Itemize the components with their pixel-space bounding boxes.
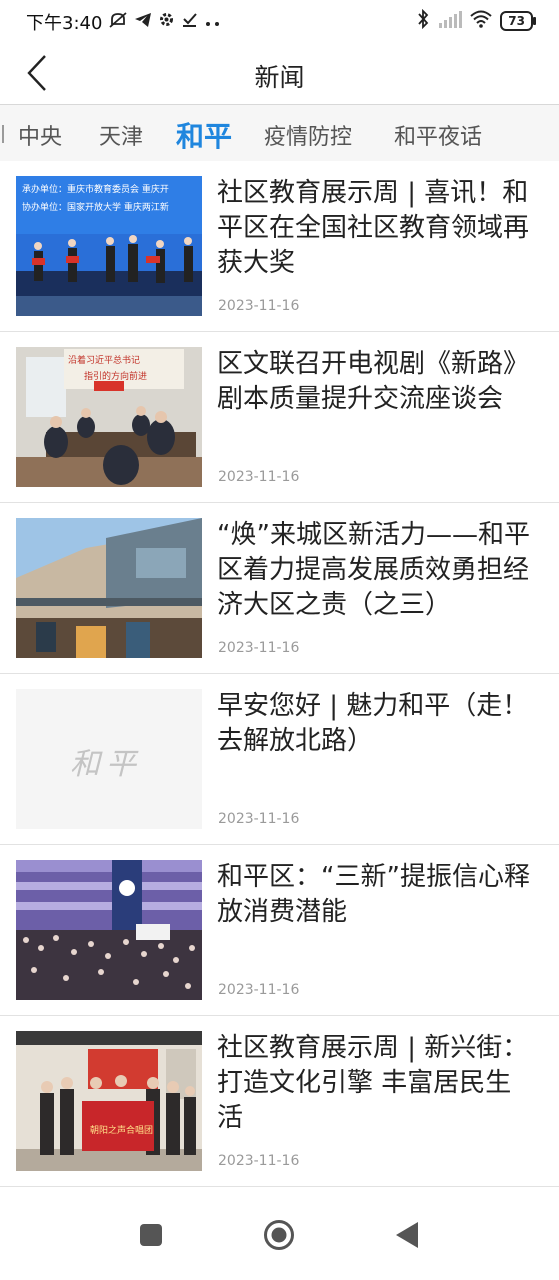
news-item[interactable]: 沿着习近平总书记 指引的方向前进 区文联召开电视剧《新路》剧本质量提升交流座谈会… bbox=[0, 332, 559, 503]
home-circle-icon bbox=[264, 1220, 294, 1250]
thumbnail-banner-text: 承办单位：重庆市教育委员会 重庆开 bbox=[22, 185, 169, 195]
wifi-icon bbox=[470, 10, 492, 32]
news-thumbnail-award-ceremony: 承办单位：重庆市教育委员会 重庆开 协办单位：国家开放大学 重庆两江新 bbox=[16, 176, 202, 316]
news-title: 和平区：“三新”提振信心释放消费潜能 bbox=[217, 862, 530, 927]
news-item[interactable]: 和平 早安您好 | 魅力和平（走！去解放北路） 2023-11-16 bbox=[0, 674, 559, 845]
tab-epidemic-control[interactable]: 疫情防控 bbox=[264, 119, 352, 151]
tab-scroll-divider bbox=[2, 125, 4, 143]
placeholder-logo-watermark: 和平 bbox=[70, 747, 142, 782]
signal-icon bbox=[438, 10, 463, 32]
system-navigation-bar bbox=[0, 1190, 559, 1280]
news-title: 社区教育展示周 | 喜讯！和平区在全国社区教育领域再获大奖 bbox=[217, 178, 530, 278]
news-item[interactable]: “焕”来城区新活力——和平区着力提高发展质效勇担经济大区之责（之三） 2023-… bbox=[0, 503, 559, 674]
home-button[interactable] bbox=[254, 1215, 304, 1255]
settings-gear-icon bbox=[158, 11, 175, 33]
news-thumbnail-meeting-room: 沿着习近平总书记 指引的方向前进 bbox=[16, 347, 202, 487]
thumbnail-banner-text: 协办单位：国家开放大学 重庆两江新 bbox=[22, 203, 169, 213]
news-thumbnail-shopping-mall-crowd bbox=[16, 860, 202, 1000]
tab-heping[interactable]: 和平 bbox=[176, 115, 232, 155]
news-title: “焕”来城区新活力——和平区着力提高发展质效勇担经济大区之责（之三） bbox=[217, 520, 530, 620]
status-time: 下午3:40 bbox=[26, 13, 103, 34]
news-date: 2023-11-16 bbox=[218, 811, 300, 827]
status-bar: 下午3:40 73 bbox=[0, 0, 559, 42]
news-date: 2023-11-16 bbox=[218, 640, 300, 656]
tab-central[interactable]: 中央 bbox=[18, 119, 62, 151]
news-date: 2023-11-16 bbox=[218, 469, 300, 485]
mute-notification-icon bbox=[108, 11, 128, 34]
choir-banner-text: 朝阳之声合唱团 bbox=[90, 1126, 154, 1136]
battery-indicator: 73 bbox=[500, 11, 536, 31]
bluetooth-icon bbox=[416, 8, 430, 33]
tab-tianjin[interactable]: 天津 bbox=[99, 119, 143, 151]
news-item[interactable]: 朝阳之声合唱团 社区教育展示周 | 新兴街：打造文化引擎 丰富居民生活 2023… bbox=[0, 1016, 559, 1187]
back-nav-button[interactable] bbox=[382, 1215, 432, 1255]
thumbnail-banner-text: 沿着习近平总书记 bbox=[68, 356, 141, 366]
news-item[interactable]: 和平区：“三新”提振信心释放消费潜能 2023-11-16 bbox=[0, 845, 559, 1016]
news-date: 2023-11-16 bbox=[218, 1153, 300, 1169]
tab-heping-night-talk[interactable]: 和平夜话 bbox=[394, 119, 482, 151]
news-title: 区文联召开电视剧《新路》剧本质量提升交流座谈会 bbox=[217, 349, 530, 414]
category-tabs: 中央 天津 和平 疫情防控 和平夜话 bbox=[0, 105, 559, 161]
news-date: 2023-11-16 bbox=[218, 298, 300, 314]
more-dots-icon bbox=[204, 12, 222, 32]
download-done-icon bbox=[181, 11, 198, 33]
news-item[interactable]: 承办单位：重庆市教育委员会 重庆开 协办单位：国家开放大学 重庆两江新 社区教育… bbox=[0, 161, 559, 332]
news-list: 承办单位：重庆市教育委员会 重庆开 协办单位：国家开放大学 重庆两江新 社区教育… bbox=[0, 161, 559, 1187]
triangle-back-icon bbox=[396, 1222, 418, 1248]
news-thumbnail-city-buildings bbox=[16, 518, 202, 658]
recent-apps-button[interactable] bbox=[126, 1215, 176, 1255]
telegram-icon bbox=[134, 12, 152, 33]
news-title: 早安您好 | 魅力和平（走！去解放北路） bbox=[217, 691, 529, 756]
thumbnail-banner-text: 指引的方向前进 bbox=[84, 372, 148, 382]
app-header: 新闻 bbox=[0, 42, 559, 105]
page-title: 新闻 bbox=[254, 63, 305, 92]
news-thumbnail-placeholder: 和平 bbox=[16, 689, 202, 829]
news-thumbnail-choir-group-photo: 朝阳之声合唱团 bbox=[16, 1031, 202, 1171]
square-icon bbox=[140, 1224, 162, 1246]
news-title: 社区教育展示周 | 新兴街：打造文化引擎 丰富居民生活 bbox=[217, 1033, 529, 1133]
news-date: 2023-11-16 bbox=[218, 982, 300, 998]
